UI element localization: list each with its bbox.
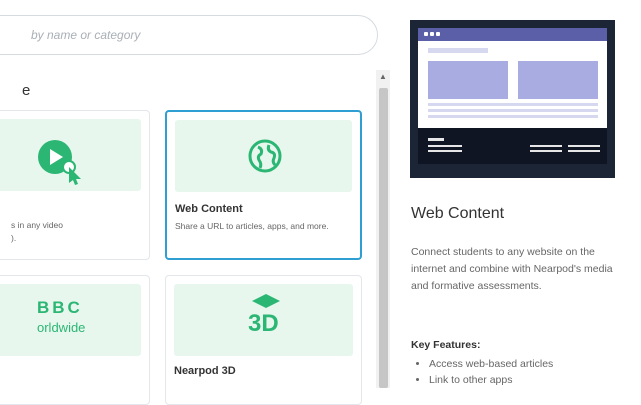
preview-topbar — [418, 28, 607, 41]
preview-line — [568, 145, 600, 147]
card-description: s in any video ). — [11, 220, 63, 243]
preview-line — [530, 150, 562, 152]
features-heading: Key Features: — [411, 339, 481, 351]
preview-block — [428, 61, 508, 99]
scrollbar[interactable]: ▲ — [376, 70, 390, 388]
feature-item: Access web-based articles — [429, 356, 639, 372]
card-nearpod-3d[interactable]: 3D Nearpod 3D — [165, 275, 362, 405]
card-bbc-worldwide[interactable]: BBC orldwide — [0, 275, 150, 405]
preview-block — [518, 61, 598, 99]
preview-dot — [436, 32, 440, 36]
search-placeholder: by name or category — [31, 28, 141, 42]
globe-icon — [248, 139, 282, 173]
card-video[interactable]: s in any video ). — [0, 110, 150, 260]
preview-line — [428, 48, 488, 53]
card-title: Web Content — [175, 203, 243, 215]
preview-dot — [430, 32, 434, 36]
bbc-logo-subtitle: orldwide — [37, 320, 86, 335]
features-list: Access web-based articles Link to other … — [411, 356, 639, 388]
section-heading: e — [22, 82, 31, 99]
3d-logo-text: 3D — [248, 310, 279, 337]
card-thumb: 3D — [174, 284, 353, 356]
card-title: Nearpod 3D — [174, 365, 236, 377]
scroll-up-arrow-icon[interactable]: ▲ — [376, 70, 390, 84]
search-input[interactable]: by name or category — [0, 15, 378, 55]
card-thumb — [0, 119, 141, 191]
bbc-logo: BBC — [37, 298, 83, 317]
detail-title: Web Content — [411, 205, 505, 222]
preview-line — [568, 150, 600, 152]
preview-line — [428, 145, 462, 147]
card-thumb: BBC orldwide — [0, 284, 141, 356]
preview-dot — [424, 32, 428, 36]
preview-image — [410, 20, 615, 178]
card-description: Share a URL to articles, apps, and more. — [175, 221, 329, 231]
video-play-icon — [38, 140, 81, 185]
preview-footer — [418, 128, 607, 164]
preview-line — [428, 115, 598, 118]
preview-line — [428, 150, 462, 152]
preview-line — [428, 138, 444, 141]
preview-line — [428, 109, 598, 112]
feature-item: Link to other apps — [429, 372, 639, 388]
scroll-thumb[interactable] — [379, 88, 388, 388]
card-web-content[interactable]: Web Content Share a URL to articles, app… — [165, 110, 362, 260]
preview-screen — [418, 28, 607, 164]
preview-line — [428, 103, 598, 106]
card-thumb — [175, 120, 352, 192]
detail-description: Connect students to any website on the i… — [411, 246, 613, 292]
preview-line — [530, 145, 562, 147]
